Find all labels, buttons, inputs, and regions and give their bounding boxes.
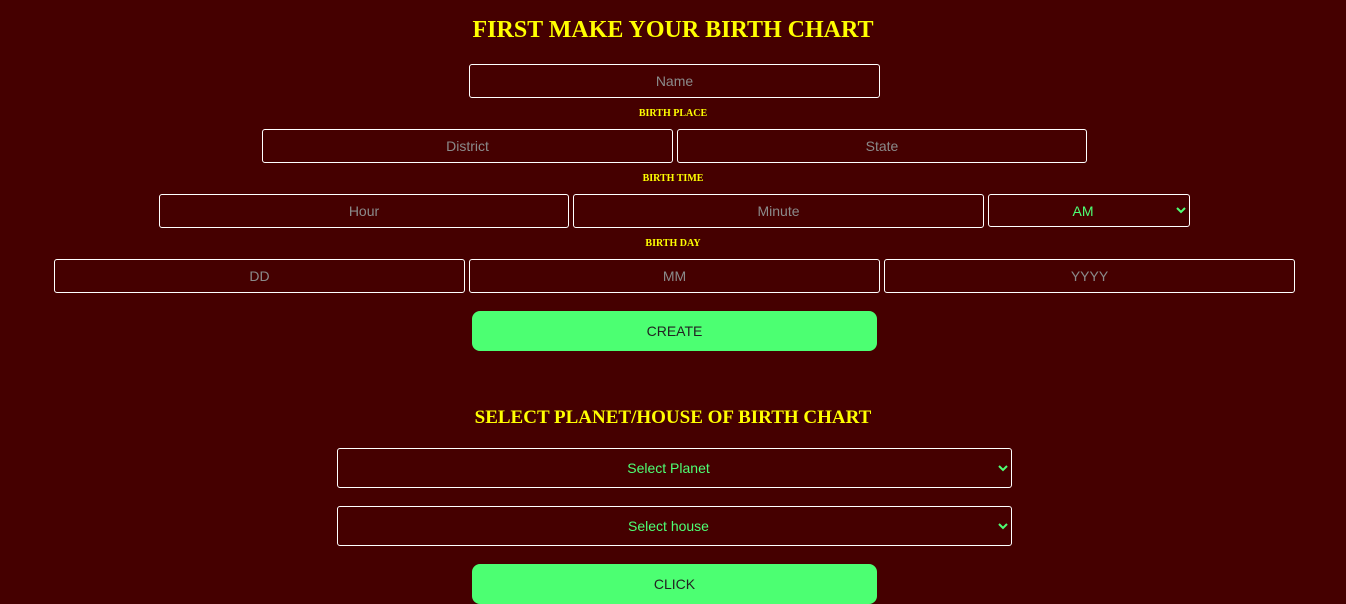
minute-input[interactable] xyxy=(573,194,984,228)
birth-day-label: BIRTH DAY xyxy=(645,238,701,249)
birth-place-label: BIRTH PLACE xyxy=(638,108,708,119)
hour-input[interactable] xyxy=(159,194,569,228)
house-select[interactable]: Select house xyxy=(337,506,1012,546)
district-input[interactable] xyxy=(262,129,673,163)
state-input[interactable] xyxy=(677,129,1087,163)
create-button[interactable]: CREATE xyxy=(472,311,877,351)
planet-house-title: SELECT PLANET/HOUSE OF BIRTH CHART xyxy=(474,407,872,428)
name-input[interactable] xyxy=(469,64,880,98)
birth-time-label: BIRTH TIME xyxy=(642,173,704,184)
ampm-select[interactable]: AM xyxy=(988,194,1190,227)
click-button[interactable]: CLICK xyxy=(472,564,877,604)
planet-select[interactable]: Select Planet xyxy=(337,448,1012,488)
month-input[interactable] xyxy=(469,259,880,293)
day-input[interactable] xyxy=(54,259,465,293)
birth-chart-title: FIRST MAKE YOUR BIRTH CHART xyxy=(472,17,874,43)
year-input[interactable] xyxy=(884,259,1295,293)
